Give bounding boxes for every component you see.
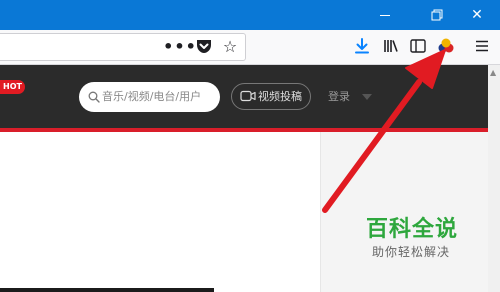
menu-icon[interactable] (472, 36, 492, 56)
video-upload-label: 视频投稿 (258, 90, 302, 103)
main-content (0, 132, 320, 292)
close-button[interactable]: ✕ (454, 0, 500, 30)
watermark-title: 百科全说 (366, 217, 459, 242)
video-player-edge (0, 288, 214, 292)
scroll-up-icon[interactable]: ▲ (490, 68, 496, 77)
library-icon[interactable] (381, 36, 401, 56)
minimize-icon (380, 14, 390, 16)
close-icon: ✕ (471, 7, 483, 23)
hot-badge: HOT (0, 80, 25, 94)
minimize-button[interactable] (362, 0, 408, 30)
caret-down-icon[interactable] (362, 94, 372, 100)
pocket-icon[interactable] (194, 36, 214, 56)
download-icon[interactable] (352, 36, 372, 56)
search-icon (88, 91, 100, 103)
bookmark-star-icon[interactable]: ☆ (220, 36, 240, 56)
watermark-subtitle: 助你轻松解决 (372, 245, 451, 259)
login-link[interactable]: 登录 (328, 89, 350, 105)
video-camera-icon (240, 90, 256, 102)
restore-icon (431, 9, 443, 21)
page-actions-icon[interactable]: ••• (163, 36, 196, 56)
sidebar-icon[interactable] (408, 36, 428, 56)
search-placeholder: 音乐/视频/电台/用户 (102, 90, 202, 103)
side-panel (320, 132, 488, 292)
extension-icon[interactable] (436, 36, 456, 56)
scrollbar[interactable] (488, 65, 500, 292)
